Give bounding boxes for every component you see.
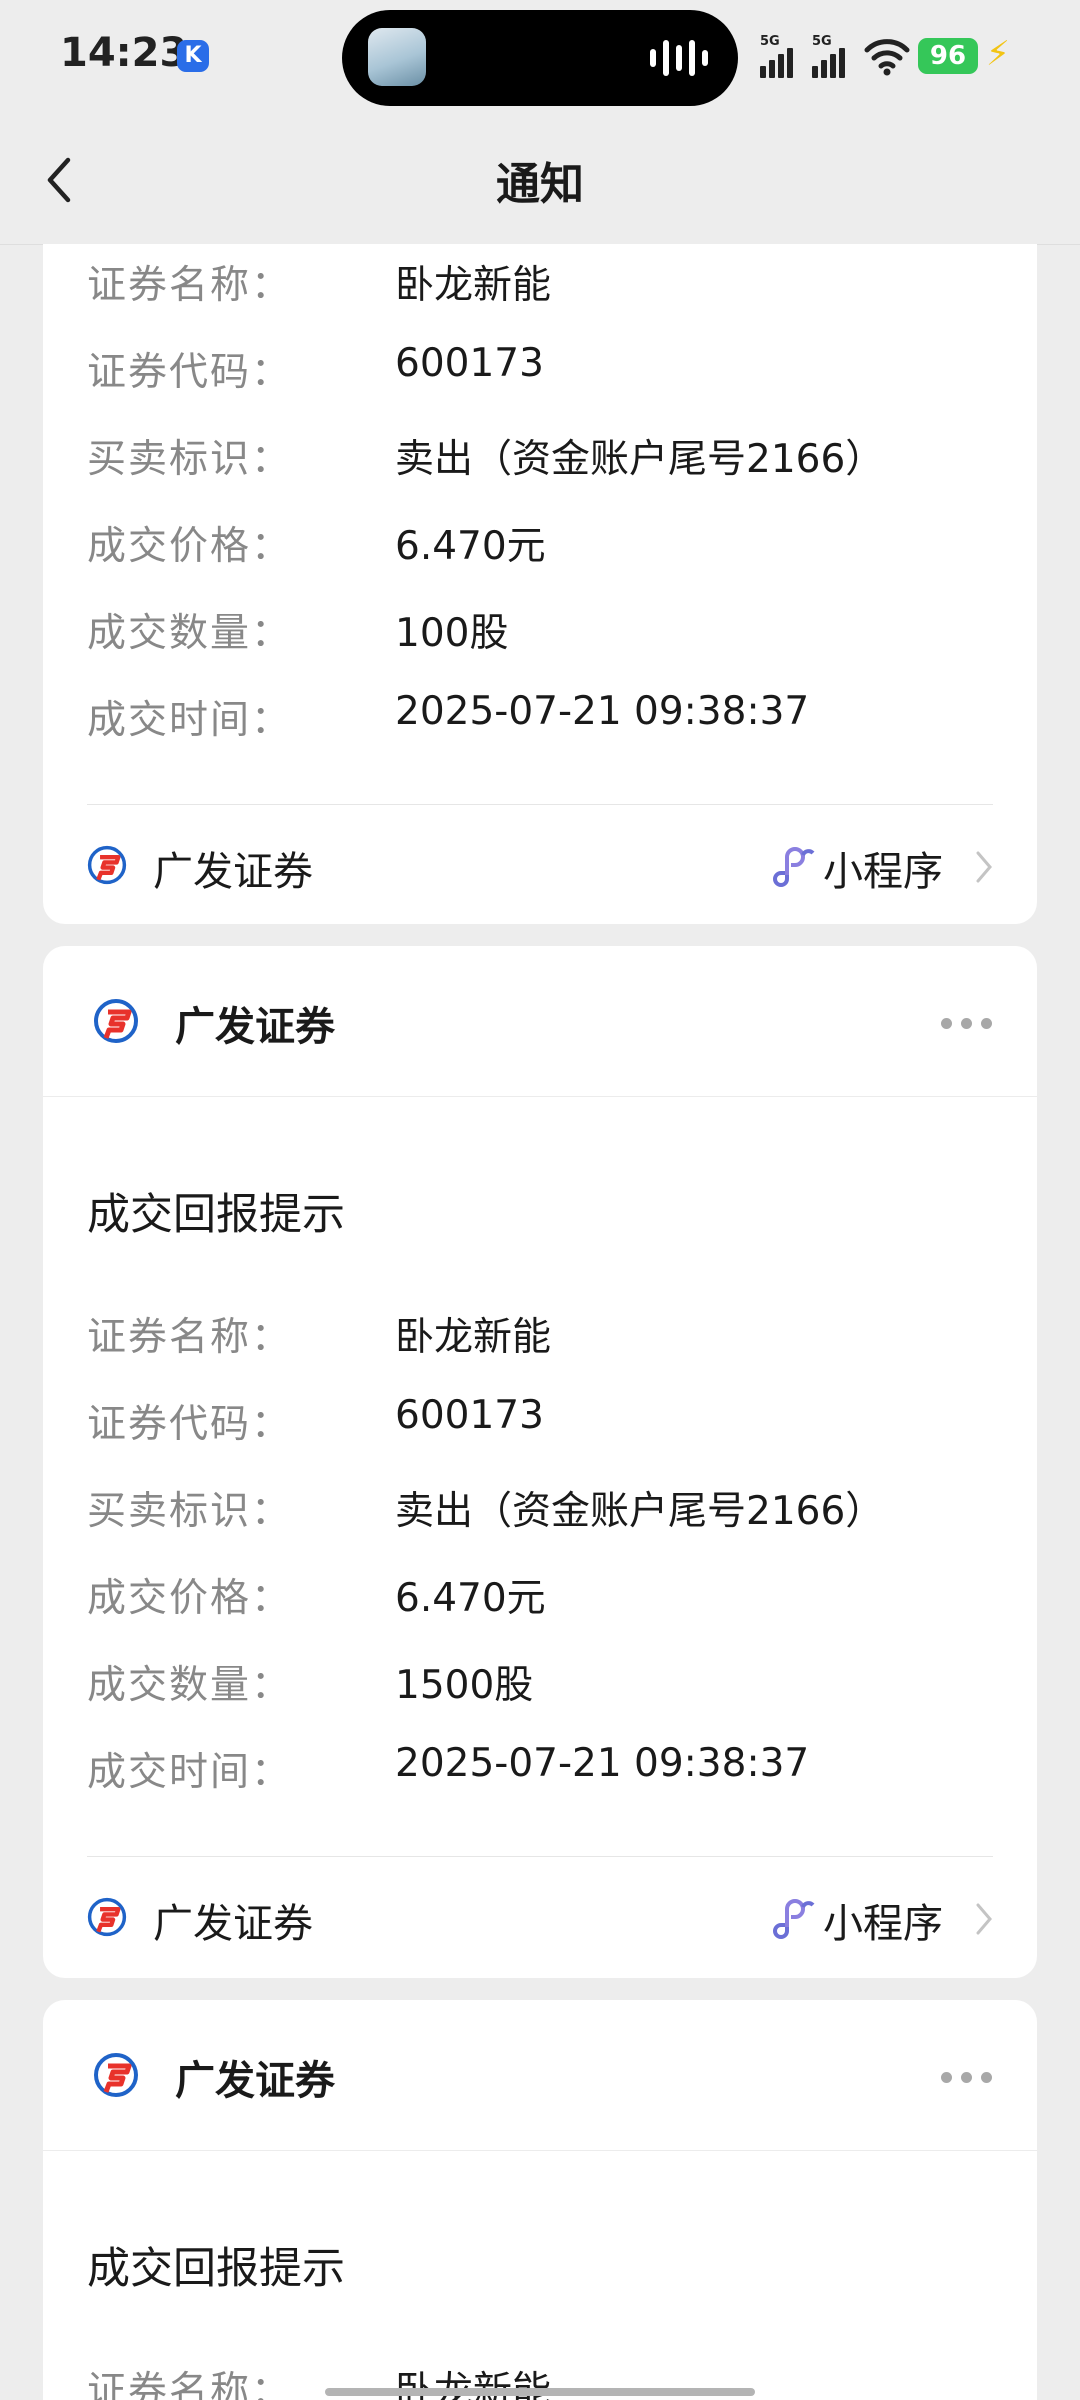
mini-program-label: 小程序	[823, 1901, 943, 1947]
field-security-code: 证券代码： 600173	[87, 1393, 544, 1447]
mini-program-link[interactable]: 小程序	[757, 839, 997, 899]
card-header: 广发证券	[43, 2000, 1037, 2151]
card-title: 成交回报提示	[87, 1190, 345, 1240]
footer-account-name: 广发证券	[153, 849, 313, 895]
field-trade-time: 成交时间： 2025-07-21 09:38:37	[87, 1741, 810, 1795]
notification-card: 广发证券 成交回报提示 证券名称： 卧龙新能	[43, 2000, 1037, 2400]
field-trade-quantity: 成交数量： 1500股	[87, 1663, 534, 1708]
field-trade-price: 成交价格： 6.470元	[87, 524, 546, 569]
signal-icon: 5G	[812, 34, 854, 78]
card-header: 广发证券	[43, 946, 1037, 1097]
more-options-icon[interactable]	[941, 1018, 993, 1030]
audio-wave-icon	[650, 40, 710, 76]
link-icon	[773, 847, 815, 887]
charging-icon: ⚡	[986, 34, 1010, 74]
field-security-name: 证券名称： 卧龙新能	[87, 1315, 552, 1360]
chevron-right-icon	[976, 1903, 992, 1935]
status-time: 14:23	[60, 30, 188, 76]
media-thumbnail	[368, 28, 426, 86]
gf-securities-logo-icon	[87, 1897, 127, 1937]
chevron-right-icon	[976, 851, 992, 883]
field-trade-side: 买卖标识： 卖出（资金账户尾号2166）	[87, 437, 885, 482]
notification-card: 广发证券 成交回报提示 证券名称： 卧龙新能 证券代码： 600173 买卖标识…	[43, 946, 1037, 1978]
page-title: 通知	[496, 159, 584, 210]
field-security-code: 证券代码： 600173	[87, 341, 544, 395]
link-icon	[773, 1899, 815, 1939]
status-icons: 5G 5G 96 ⚡	[760, 30, 1040, 82]
signal-icon: 5G	[760, 34, 802, 78]
wifi-icon	[864, 39, 910, 76]
field-trade-quantity: 成交数量： 100股	[87, 611, 509, 656]
gf-securities-logo-icon	[94, 999, 138, 1043]
divider	[87, 804, 993, 805]
footer-account-name: 广发证券	[153, 1901, 313, 1947]
home-indicator[interactable]	[325, 2388, 755, 2396]
divider	[87, 1856, 993, 1857]
k-app-icon: K	[177, 40, 209, 72]
gf-securities-logo-icon	[94, 2053, 138, 2097]
field-trade-side: 买卖标识： 卖出（资金账户尾号2166）	[87, 1489, 885, 1534]
notification-card: 证券名称： 卧龙新能 证券代码： 600173 买卖标识： 卖出（资金账户尾号2…	[43, 244, 1037, 924]
field-security-name: 证券名称： 卧龙新能	[87, 263, 552, 308]
gf-securities-logo-icon	[87, 845, 127, 885]
more-options-icon[interactable]	[941, 2072, 993, 2084]
status-bar: 14:23 K 5G 5G 96 ⚡	[0, 0, 1080, 118]
nav-bar: 通知	[0, 118, 1080, 245]
field-trade-time: 成交时间： 2025-07-21 09:38:37	[87, 689, 810, 743]
sender-name: 广发证券	[175, 1004, 335, 1050]
mini-program-label: 小程序	[823, 849, 943, 895]
mini-program-link[interactable]: 小程序	[757, 1891, 997, 1951]
card-title: 成交回报提示	[87, 2244, 345, 2294]
sender-name: 广发证券	[175, 2058, 335, 2104]
battery-indicator: 96	[918, 38, 978, 74]
field-trade-price: 成交价格： 6.470元	[87, 1576, 546, 1621]
dynamic-island[interactable]	[342, 10, 738, 106]
